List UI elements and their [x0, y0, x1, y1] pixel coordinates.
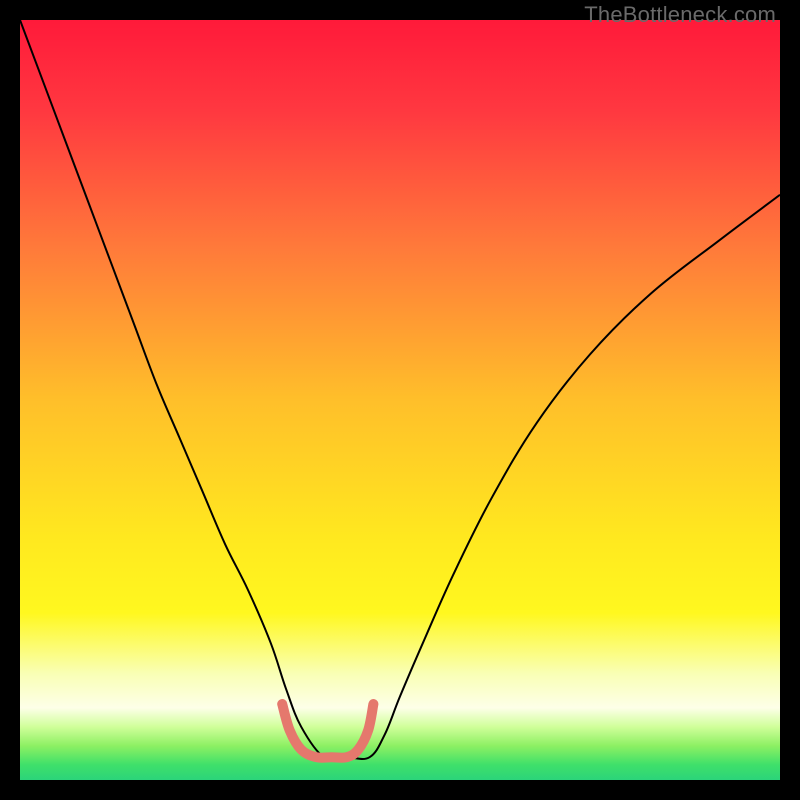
watermark-text: TheBottleneck.com	[584, 2, 776, 28]
gradient-background	[20, 20, 780, 780]
bottleneck-chart	[20, 20, 780, 780]
chart-frame	[20, 20, 780, 780]
